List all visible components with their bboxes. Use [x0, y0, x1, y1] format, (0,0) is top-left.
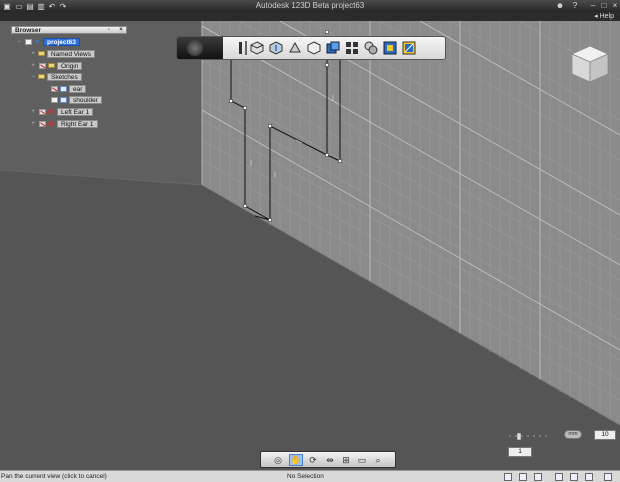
- app-logo-icon[interactable]: [177, 37, 223, 59]
- ortho-icon[interactable]: [534, 473, 542, 481]
- folder-icon: [47, 62, 55, 69]
- tree-item-label: Origin: [57, 61, 83, 70]
- visibility-on-icon[interactable]: [24, 38, 32, 45]
- grid-toggle-icon[interactable]: [519, 473, 527, 481]
- tree-item-label: Left Ear 1: [57, 107, 94, 116]
- main-toolbar: [176, 36, 446, 60]
- tree-item-shoulder[interactable]: shoulder: [48, 95, 102, 104]
- sketch-icon: [59, 96, 67, 103]
- zoom-icon[interactable]: ⌕: [371, 454, 385, 466]
- help-strip: ◂ Help: [0, 12, 620, 21]
- collapse-icon[interactable]: −: [30, 74, 36, 80]
- steering-wheel-icon[interactable]: ◎: [271, 454, 285, 466]
- project-icon: ◈: [34, 39, 40, 45]
- text-icon[interactable]: [382, 40, 398, 56]
- status-bar: Pan the current view (click to cancel) N…: [0, 470, 620, 482]
- expand-icon[interactable]: +: [30, 51, 36, 57]
- tree-item-label: ear: [69, 84, 87, 93]
- units-button[interactable]: mm: [564, 430, 582, 439]
- toolbar-separator: [245, 41, 247, 55]
- grid-slider[interactable]: [505, 425, 555, 447]
- settings-icon[interactable]: [604, 473, 612, 481]
- view-toggle-icon[interactable]: [570, 473, 578, 481]
- tree-item-left-ear-1[interactable]: + ▦ Left Ear 1: [30, 107, 94, 116]
- tree-item-label: Named Views: [47, 49, 95, 58]
- view-cube[interactable]: [570, 44, 610, 88]
- folder-icon: [37, 73, 45, 80]
- visibility-on-icon[interactable]: [50, 96, 58, 103]
- community-icon[interactable]: ☻: [555, 1, 565, 11]
- window-title: Autodesk 123D Beta project63: [255, 1, 365, 10]
- measure-icon[interactable]: [363, 40, 379, 56]
- snap-icon[interactable]: [504, 473, 512, 481]
- pin-icon[interactable]: ▫: [105, 27, 113, 33]
- extrude-icon[interactable]: [268, 40, 284, 56]
- tree-item-ear[interactable]: ear: [48, 84, 87, 93]
- layout-icon[interactable]: [555, 473, 563, 481]
- folder-icon: [37, 50, 45, 57]
- box-icon[interactable]: [249, 40, 265, 56]
- browser-header: Browser ▫ ×: [11, 26, 127, 34]
- chevron-left-icon: ◂: [594, 13, 598, 20]
- visibility-off-icon[interactable]: [50, 85, 58, 92]
- orbit-icon[interactable]: ⟳: [306, 454, 320, 466]
- body-icon: ▦: [48, 109, 54, 115]
- selection-filter-icon[interactable]: [585, 473, 593, 481]
- scene-canvas: [0, 21, 620, 470]
- navigation-bar: ◎ ✋ ⟳ ⇹ ⊞ ▭ ⌕: [260, 451, 396, 468]
- tree-item-origin[interactable]: + Origin: [30, 61, 83, 70]
- visibility-off-icon[interactable]: [38, 62, 46, 69]
- browser-panel: Browser ▫ ×: [11, 26, 127, 34]
- help-icon[interactable]: ?: [570, 1, 580, 11]
- tree-item-label: shoulder: [69, 95, 102, 104]
- collapse-icon[interactable]: −: [16, 39, 22, 45]
- status-hint: Pan the current view (click to cancel): [1, 473, 107, 480]
- browser-title: Browser: [15, 26, 42, 34]
- tree-item-label: project63: [43, 37, 80, 46]
- expand-icon[interactable]: +: [30, 121, 36, 127]
- sketch-icon: [59, 85, 67, 92]
- title-bar: ▣ ▭ ▤ ▥ ↶ ↷ Autodesk 123D Beta project63…: [0, 0, 620, 12]
- snap-value-field[interactable]: 1: [508, 447, 532, 457]
- look-at-icon[interactable]: ⇹: [323, 454, 337, 466]
- expand-icon[interactable]: +: [30, 63, 36, 69]
- visibility-off-icon[interactable]: [38, 120, 46, 127]
- tree-item-label: Sketches: [47, 72, 82, 81]
- help-link[interactable]: ◂ Help: [594, 12, 614, 21]
- tree-item-right-ear-1[interactable]: + ▦ Right Ear 1: [30, 119, 98, 128]
- tree-item-named-views[interactable]: + Named Views: [30, 49, 95, 58]
- grid-spacing-field[interactable]: 10: [594, 430, 616, 440]
- minimize-button[interactable]: –: [588, 1, 598, 11]
- zoom-window-icon[interactable]: ⊞: [339, 454, 353, 466]
- expand-icon[interactable]: +: [30, 109, 36, 115]
- combine-icon[interactable]: [325, 40, 341, 56]
- close-button[interactable]: ×: [610, 1, 620, 11]
- selection-status: No Selection: [287, 473, 324, 480]
- tree-item-project63[interactable]: − ◈ project63: [16, 37, 80, 46]
- pattern-icon[interactable]: [306, 40, 322, 56]
- tree-item-sketches[interactable]: − Sketches: [30, 72, 82, 81]
- tree-item-label: Right Ear 1: [57, 119, 98, 128]
- grid-layout-icon[interactable]: [344, 40, 360, 56]
- pan-icon[interactable]: ✋: [289, 454, 303, 466]
- visibility-off-icon[interactable]: [38, 108, 46, 115]
- display-mode-icon[interactable]: ▭: [355, 454, 369, 466]
- modify-icon[interactable]: [287, 40, 303, 56]
- viewport-3d[interactable]: [0, 21, 620, 470]
- material-icon[interactable]: [401, 40, 417, 56]
- close-panel-icon[interactable]: ×: [117, 27, 125, 33]
- body-icon: ▦: [48, 121, 54, 127]
- maximize-button[interactable]: □: [599, 1, 609, 11]
